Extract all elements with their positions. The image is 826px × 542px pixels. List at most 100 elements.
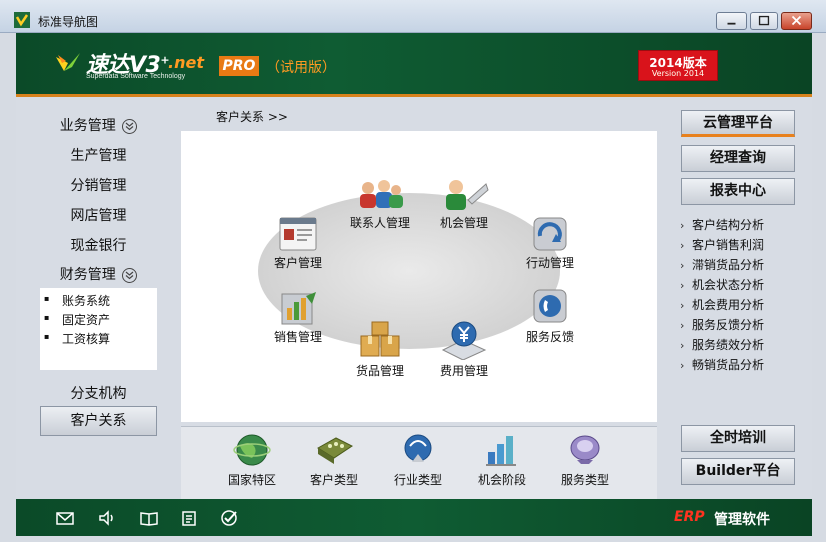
close-button[interactable] [781, 12, 812, 30]
chevron-right-icon: › [680, 279, 685, 292]
menu-online-store[interactable]: 网店管理 [40, 205, 157, 225]
report-link[interactable]: › 客户销售利润 [680, 236, 764, 253]
report-link[interactable]: › 滞销货品分析 [680, 256, 764, 273]
version-badge: 2014版本 Version 2014 [638, 50, 718, 81]
trial-label: （试用版） [266, 60, 336, 76]
version-sub: Version 2014 [651, 69, 705, 78]
module-expense-label: 费用管理 [439, 364, 488, 378]
stage-chart-icon [486, 436, 516, 466]
report-link[interactable]: › 机会费用分析 [680, 296, 764, 313]
chevron-right-icon: › [680, 239, 685, 252]
pro-badge: PRO [219, 56, 259, 76]
report-center-button[interactable]: 报表中心 [681, 178, 795, 205]
customer-icon [279, 217, 317, 251]
module-opportunity-label: 机会管理 [439, 216, 488, 230]
report-link-label: 滞销货品分析 [692, 258, 765, 272]
report-link[interactable]: › 客户结构分析 [680, 216, 764, 233]
finance-submenu: 账务系统 固定资产 工资核算 [40, 288, 157, 370]
submenu-accounting[interactable]: 账务系统 [44, 292, 110, 309]
report-link[interactable]: › 机会状态分析 [680, 276, 764, 293]
report-link-label: 机会状态分析 [692, 278, 765, 292]
window-title: 标准导航图 [38, 15, 99, 29]
action-icon [533, 217, 567, 251]
report-link-label: 畅销货品分析 [692, 358, 765, 372]
menu-customer-relations[interactable]: 客户关系 [40, 406, 157, 436]
menu-business-label: 业务管理 [59, 118, 116, 134]
submenu-fixed-assets[interactable]: 固定资产 [44, 311, 110, 328]
report-link-label: 客户销售利润 [692, 238, 765, 252]
module-sales-label: 销售管理 [273, 330, 322, 344]
check-icon[interactable] [220, 509, 238, 527]
module-service-feedback[interactable]: 服务反馈 [520, 288, 580, 345]
service-type-icon [570, 435, 600, 464]
module-contacts-label: 联系人管理 [349, 216, 410, 230]
opportunity-icon [446, 180, 489, 210]
module-opportunity[interactable]: 机会管理 [434, 178, 494, 231]
report-link-label: 机会费用分析 [692, 298, 765, 312]
chevron-right-icon: › [680, 359, 685, 372]
erp-label: ERP [674, 509, 705, 525]
superdata-logo-icon [56, 53, 80, 71]
tile-industry-type[interactable]: 行业类型 [388, 432, 448, 488]
report-link-label: 服务反馈分析 [692, 318, 765, 332]
menu-production[interactable]: 生产管理 [40, 145, 157, 165]
cloud-platform-button[interactable]: 云管理平台 [681, 110, 795, 137]
full-time-training-button[interactable]: 全时培训 [681, 425, 795, 452]
report-link[interactable]: › 畅销货品分析 [680, 356, 764, 373]
report-link[interactable]: › 服务绩效分析 [680, 336, 764, 353]
sales-icon [281, 292, 316, 325]
expense-icon [441, 321, 487, 360]
module-goods[interactable]: 货品管理 [350, 320, 410, 379]
chevron-right-icon: › [680, 219, 685, 232]
tile-country-region-label: 国家特区 [227, 473, 276, 487]
report-link[interactable]: › 服务反馈分析 [680, 316, 764, 333]
logo-subtitle: Superdata Software Technology [86, 73, 186, 80]
submenu-payroll[interactable]: 工资核算 [44, 330, 110, 347]
menu-finance[interactable]: 财务管理 [40, 264, 157, 284]
speaker-icon[interactable] [98, 509, 116, 527]
tile-opportunity-stage-label: 机会阶段 [477, 473, 526, 487]
window-titlebar: 标准导航图 [0, 0, 826, 33]
service-feedback-icon [533, 289, 567, 323]
header-banner: 速达V3+ .net Superdata Software Technology… [16, 33, 812, 94]
report-link-label: 客户结构分析 [692, 218, 765, 232]
module-goods-label: 货品管理 [355, 364, 404, 378]
module-expense[interactable]: 费用管理 [434, 320, 494, 379]
module-sales[interactable]: 销售管理 [268, 290, 328, 345]
maximize-button[interactable] [750, 12, 778, 30]
module-action[interactable]: 行动管理 [520, 216, 580, 271]
customer-type-icon [317, 437, 353, 464]
tile-service-type[interactable]: 服务类型 [555, 432, 615, 488]
tile-customer-type[interactable]: 客户类型 [304, 432, 364, 488]
tile-customer-type-label: 客户类型 [309, 473, 358, 487]
menu-branch[interactable]: 分支机构 [40, 383, 157, 403]
app-logo-icon [14, 12, 30, 28]
tile-country-region[interactable]: 国家特区 [222, 432, 282, 488]
industry-icon [404, 434, 432, 462]
module-service-feedback-label: 服务反馈 [525, 330, 574, 344]
manager-query-button[interactable]: 经理查询 [681, 145, 795, 172]
menu-cash-bank[interactable]: 现金银行 [40, 235, 157, 255]
mail-icon[interactable] [56, 509, 74, 527]
chevron-right-icon: › [680, 339, 685, 352]
chevron-right-icon: › [680, 319, 685, 332]
chevron-right-icon: › [680, 259, 685, 272]
chevron-down-icon[interactable] [122, 118, 138, 134]
book-icon[interactable] [140, 509, 158, 527]
breadcrumb: 客户关系 >> [216, 110, 288, 124]
module-customer[interactable]: 客户管理 [268, 216, 328, 271]
report-link-label: 服务绩效分析 [692, 338, 765, 352]
minimize-button[interactable] [716, 12, 747, 30]
chevron-down-icon[interactable] [122, 267, 138, 283]
footer-bar: ERP 管理软件 [16, 499, 812, 536]
logo-net: .net [168, 53, 204, 72]
module-contacts[interactable]: 联系人管理 [348, 178, 412, 231]
builder-platform-button[interactable]: Builder平台 [681, 458, 795, 485]
module-action-label: 行动管理 [525, 256, 574, 270]
menu-business[interactable]: 业务管理 [40, 115, 157, 135]
tile-opportunity-stage[interactable]: 机会阶段 [472, 432, 532, 488]
menu-distribution[interactable]: 分销管理 [40, 175, 157, 195]
chevron-right-icon: › [680, 299, 685, 312]
clipboard-icon[interactable] [180, 509, 198, 527]
menu-finance-label: 财务管理 [59, 267, 116, 283]
